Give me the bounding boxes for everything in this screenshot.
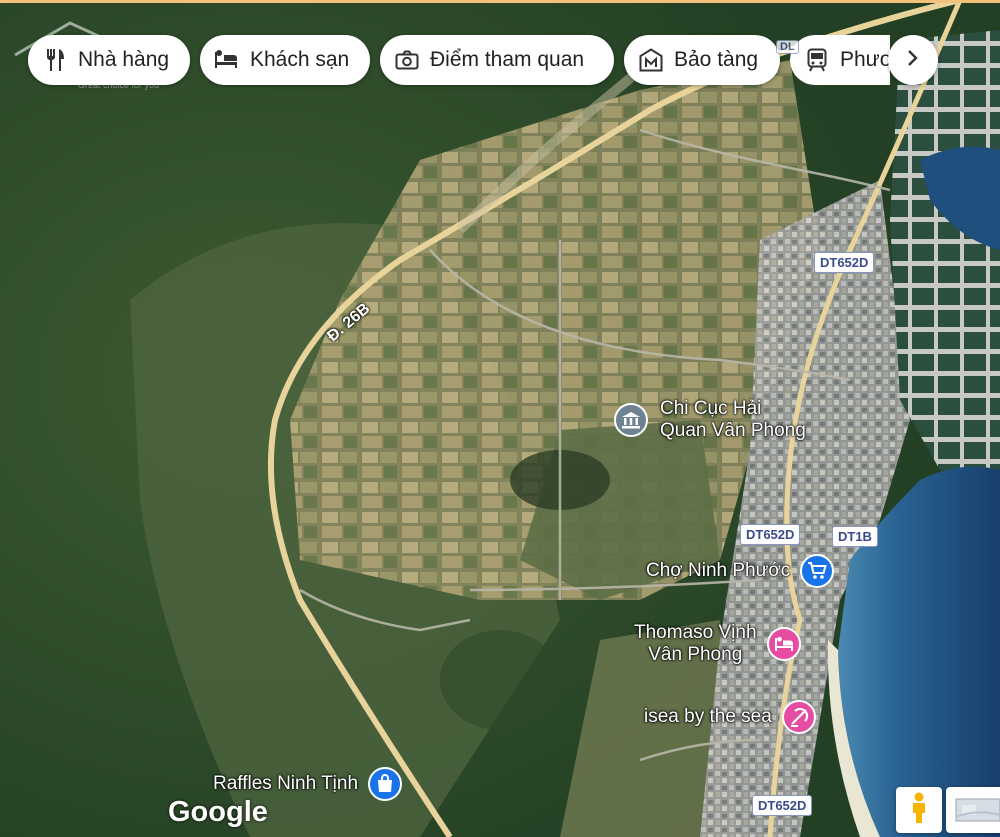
chip-label: Điểm tham quan (430, 48, 585, 71)
chip-label: Phươ (840, 48, 890, 71)
hotel-icon (766, 627, 801, 661)
restaurant-icon (42, 47, 68, 73)
road-label-dt652d-mid: DT652D (740, 524, 801, 545)
leisure-icon (781, 700, 816, 734)
transit-icon (804, 47, 830, 73)
road-label-dt1b: DT1B (832, 526, 878, 547)
chip-hotels[interactable]: Khách sạn (200, 35, 370, 85)
chip-transit-clipped[interactable]: Phươ (790, 35, 890, 85)
poi-label-line2: Quan Vân Phong (660, 420, 806, 441)
chevron-right-icon (906, 49, 920, 72)
satellite-map[interactable] (0, 0, 1000, 837)
chips-scroll-right-button[interactable] (888, 35, 938, 85)
camera-icon (394, 47, 420, 73)
chip-attractions[interactable]: Điểm tham quan (380, 35, 614, 85)
category-chip-bar: Nhà hàng Khách sạn Điểm tham quan Bảo tà… (28, 35, 780, 85)
museum-icon (638, 47, 664, 73)
chip-label: Khách sạn (250, 48, 350, 71)
poi-label-line2: Vân Phong (648, 644, 743, 665)
shopping-bag-icon (368, 767, 403, 801)
top-edge-bar (0, 0, 1000, 3)
poi-isea-by-the-sea[interactable]: isea by the sea (644, 700, 816, 734)
chip-label: Nhà hàng (78, 48, 170, 71)
poi-market[interactable]: Chợ Ninh Phước (646, 554, 835, 588)
pegman-icon (909, 792, 929, 829)
poi-label: Chợ Ninh Phước (646, 560, 791, 581)
poi-label: isea by the sea (644, 706, 772, 727)
shopping-cart-icon (800, 554, 835, 588)
poi-label-line1: Thomaso Vịnh (634, 622, 757, 643)
road-label-dl: DL (776, 40, 799, 54)
hotel-icon (214, 47, 240, 73)
poi-customs-office[interactable]: Chi Cục Hải Quan Vân Phong (614, 398, 806, 442)
government-icon (614, 403, 648, 437)
street-view-pegman-button[interactable] (896, 787, 942, 833)
layers-thumbnail-icon (946, 798, 1000, 833)
chip-museums[interactable]: Bảo tàng (624, 35, 780, 85)
poi-thomaso-hotel[interactable]: Thomaso Vịnh Vân Phong (634, 622, 801, 666)
chip-label: Bảo tàng (674, 48, 759, 71)
road-label-dt652d-bottom: DT652D (752, 795, 813, 816)
google-logo: Google (168, 796, 268, 828)
poi-label-line1: Chi Cục Hải (660, 398, 762, 419)
poi-label: Raffles Ninh Tịnh (213, 773, 359, 794)
map-layers-button[interactable] (946, 787, 1000, 833)
road-label-dt652d-top: DT652D (814, 252, 875, 273)
chip-restaurants[interactable]: Nhà hàng (28, 35, 190, 85)
